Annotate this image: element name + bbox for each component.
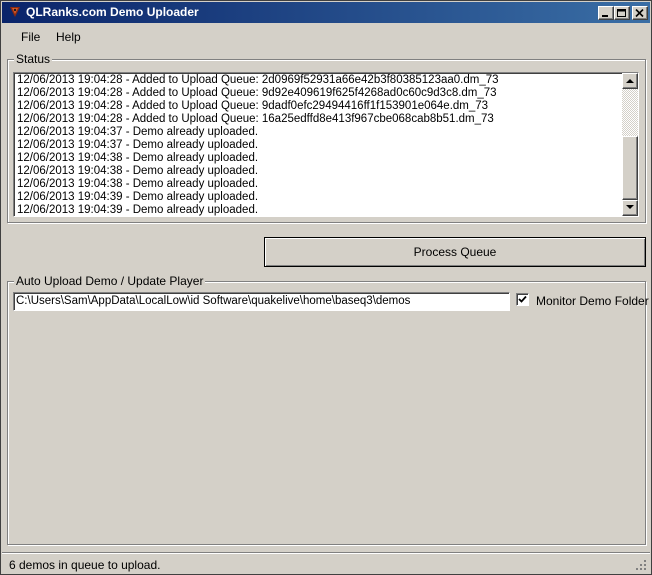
minimize-button[interactable] <box>598 6 614 20</box>
log-line: 12/06/2013 19:04:28 - Added to Upload Qu… <box>17 87 497 99</box>
arrow-up-icon <box>626 79 634 83</box>
menu-file[interactable]: File <box>21 30 40 44</box>
log-scrollbar[interactable] <box>622 73 638 216</box>
close-icon <box>635 9 644 18</box>
log-line: 12/06/2013 19:04:37 - Demo already uploa… <box>17 126 259 138</box>
log-line: 12/06/2013 19:04:28 - Added to Upload Qu… <box>17 113 494 125</box>
scroll-thumb[interactable] <box>622 136 638 200</box>
checkmark-icon <box>518 295 527 303</box>
log-line: 12/06/2013 19:04:39 - Demo already uploa… <box>17 204 259 216</box>
maximize-button[interactable] <box>614 6 630 20</box>
resize-grip-icon[interactable] <box>635 559 647 571</box>
demo-path-input[interactable]: C:\Users\Sam\AppData\LocalLow\id Softwar… <box>13 292 510 311</box>
status-group-label: Status <box>14 52 53 66</box>
status-bar-text: 6 demos in queue to upload. <box>9 558 161 572</box>
scroll-up-button[interactable] <box>622 73 638 89</box>
auto-upload-groupbox: Auto Upload Demo / Update Player <box>7 274 646 545</box>
log-line: 12/06/2013 19:04:38 - Demo already uploa… <box>17 178 259 190</box>
log-line: 12/06/2013 19:04:38 - Demo already uploa… <box>17 165 259 177</box>
monitor-demo-folder-label[interactable]: Monitor Demo Folder <box>536 294 649 308</box>
monitor-demo-folder-checkbox[interactable] <box>516 293 529 306</box>
log-line: 12/06/2013 19:04:28 - Added to Upload Qu… <box>17 74 499 86</box>
log-line: 12/06/2013 19:04:38 - Demo already uploa… <box>17 152 259 164</box>
window-title: QLRanks.com Demo Uploader <box>26 5 199 19</box>
arrow-down-icon <box>626 205 634 209</box>
minimize-icon <box>602 15 608 17</box>
log-line: 12/06/2013 19:04:39 - Demo already uploa… <box>17 191 259 203</box>
menu-help[interactable]: Help <box>56 30 81 44</box>
maximize-icon <box>617 9 626 17</box>
log-line: 12/06/2013 19:04:28 - Added to Upload Qu… <box>17 100 489 112</box>
status-log-lines: 12/06/2013 19:04:28 - Added to Upload Qu… <box>17 74 617 216</box>
process-queue-label: Process Queue <box>413 245 497 259</box>
menu-bar: File Help <box>2 25 650 47</box>
status-bar: 6 demos in queue to upload. <box>2 552 650 574</box>
scroll-down-button[interactable] <box>622 200 638 216</box>
log-line: 12/06/2013 19:04:37 - Demo already uploa… <box>17 139 259 151</box>
app-window: QLRanks.com Demo Uploader File Help Stat… <box>0 0 652 575</box>
title-bar[interactable]: QLRanks.com Demo Uploader <box>2 2 650 23</box>
process-queue-button[interactable]: Process Queue <box>264 237 646 267</box>
quake-icon <box>8 5 22 19</box>
status-log[interactable]: 12/06/2013 19:04:28 - Added to Upload Qu… <box>13 72 639 217</box>
auto-upload-group-label: Auto Upload Demo / Update Player <box>14 274 206 288</box>
close-button[interactable] <box>632 6 648 20</box>
